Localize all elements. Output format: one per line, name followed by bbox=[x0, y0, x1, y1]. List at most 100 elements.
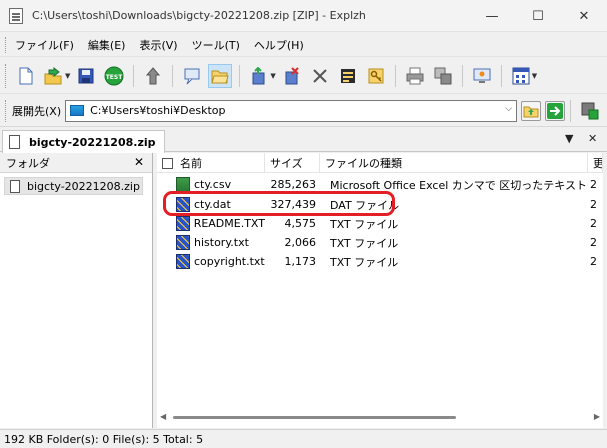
desktop-button[interactable] bbox=[470, 64, 494, 88]
menu-bar: ファイル(F) 編集(E) 表示(V) ツール(T) ヘルプ(H) bbox=[0, 33, 607, 57]
close-icon bbox=[313, 68, 327, 83]
chevron-down-icon[interactable]: ⌵ bbox=[505, 104, 512, 114]
minimize-button[interactable]: — bbox=[469, 0, 515, 32]
extract-to-folder-button[interactable] bbox=[578, 99, 602, 123]
print-button[interactable] bbox=[403, 64, 427, 88]
file-name: history.txt bbox=[194, 236, 249, 249]
toolbar-separator bbox=[172, 64, 174, 87]
extract-button[interactable] bbox=[42, 64, 66, 88]
tab-list-dropdown[interactable]: ▼ bbox=[565, 132, 573, 145]
toolbar-grip[interactable] bbox=[5, 63, 8, 88]
column-size[interactable]: サイズ bbox=[265, 153, 320, 173]
file-type: Microsoft Office Excel カンマで 区切ったテキストデータ bbox=[330, 178, 588, 192]
test-icon-label: TEST bbox=[106, 74, 124, 81]
new-archive-button[interactable] bbox=[14, 64, 38, 88]
file-modified: 2 bbox=[590, 236, 597, 249]
column-type[interactable]: ファイルの種類 bbox=[320, 153, 588, 173]
open-folder-icon bbox=[211, 70, 230, 83]
document-icon bbox=[9, 135, 20, 149]
browse-folder-button[interactable] bbox=[521, 100, 542, 121]
file-size: 4,575 bbox=[284, 217, 317, 230]
properties-button[interactable] bbox=[336, 64, 360, 88]
close-archive-button[interactable] bbox=[308, 64, 332, 88]
table-row[interactable]: README.TXT 4,575 TXT ファイル 2 bbox=[157, 214, 603, 233]
menu-help[interactable]: ヘルプ(H) bbox=[247, 37, 311, 53]
select-all-checkbox[interactable] bbox=[162, 157, 173, 169]
go-extract-button[interactable] bbox=[545, 100, 566, 121]
explzh-app-icon bbox=[9, 7, 23, 24]
menu-file[interactable]: ファイル(F) bbox=[8, 37, 81, 53]
file-type: TXT ファイル bbox=[330, 217, 399, 231]
file-size: 285,263 bbox=[270, 178, 317, 191]
folder-tree-item[interactable]: bigcty-20221208.zip bbox=[4, 177, 143, 195]
file-name: README.TXT bbox=[193, 217, 265, 230]
file-size: 1,173 bbox=[284, 255, 317, 268]
open-folder-button[interactable] bbox=[208, 63, 233, 88]
file-modified: 2 bbox=[590, 198, 597, 211]
archive-tab-label: bigcty-20221208.zip bbox=[29, 135, 156, 149]
folder-up-icon bbox=[523, 106, 539, 117]
menu-tools[interactable]: ツール(T) bbox=[185, 37, 247, 53]
save-button[interactable] bbox=[74, 64, 98, 88]
status-text: 192 KB Folder(s): 0 File(s): 5 Total: 5 bbox=[4, 432, 204, 446]
view-mode-icon bbox=[512, 67, 530, 84]
toolbar-separator bbox=[500, 64, 502, 87]
print-icon bbox=[406, 67, 424, 84]
column-type-label: ファイルの種類 bbox=[325, 157, 402, 170]
properties-icon bbox=[340, 68, 355, 83]
file-list: 名前 サイズ ファイルの種類 更 cty.csv 285,263 Microso… bbox=[157, 153, 603, 428]
file-list-header: 名前 サイズ ファイルの種類 更 bbox=[157, 153, 603, 173]
delete-file-icon bbox=[285, 66, 299, 84]
scroll-left-icon[interactable]: ◀ bbox=[160, 412, 166, 421]
up-level-button[interactable] bbox=[141, 64, 165, 88]
extract-icon bbox=[44, 66, 62, 84]
column-modified-label: 更 bbox=[593, 157, 603, 170]
extract-destination-combo[interactable]: ⌵ bbox=[65, 99, 518, 122]
add-files-button[interactable] bbox=[247, 64, 271, 88]
delete-file-button[interactable] bbox=[280, 64, 304, 88]
column-modified[interactable]: 更 bbox=[588, 153, 603, 173]
column-name[interactable]: 名前 bbox=[157, 153, 265, 173]
folder-pane: フォルダ ✕ bigcty-20221208.zip bbox=[0, 153, 153, 428]
file-type: TXT ファイル bbox=[330, 236, 399, 250]
folder-pane-header: フォルダ ✕ bbox=[0, 153, 152, 173]
archive-file-icon bbox=[10, 179, 20, 193]
file-name-cell: cty.dat bbox=[157, 197, 265, 212]
scrollbar-thumb[interactable] bbox=[173, 416, 456, 419]
preview-button[interactable] bbox=[180, 64, 204, 88]
preview-icon bbox=[184, 68, 200, 84]
archive-tab-strip: bigcty-20221208.zip ▼ ✕ bbox=[0, 128, 607, 153]
excel-csv-icon bbox=[176, 177, 190, 192]
menu-edit[interactable]: 編集(E) bbox=[81, 37, 133, 53]
password-button[interactable] bbox=[364, 64, 388, 88]
toolbar-separator bbox=[461, 64, 463, 87]
maximize-button[interactable]: ☐ bbox=[515, 0, 561, 32]
file-name: cty.dat bbox=[194, 198, 231, 211]
horizontal-scrollbar[interactable]: ◀ ▶ bbox=[157, 411, 603, 425]
file-modified: 2 bbox=[590, 217, 597, 230]
copy-button[interactable] bbox=[431, 64, 455, 88]
menu-view[interactable]: 表示(V) bbox=[132, 37, 184, 53]
table-row[interactable]: history.txt 2,066 TXT ファイル 2 bbox=[157, 233, 603, 252]
test-button[interactable]: TEST bbox=[102, 64, 126, 88]
toolbar-separator bbox=[239, 64, 241, 87]
toolbar-separator bbox=[133, 64, 135, 87]
file-name-cell: README.TXT bbox=[157, 216, 265, 231]
file-name: copyright.txt bbox=[194, 255, 265, 268]
close-window-button[interactable]: ✕ bbox=[561, 0, 607, 32]
txt-file-icon bbox=[176, 235, 190, 250]
archive-tab[interactable]: bigcty-20221208.zip bbox=[2, 130, 165, 153]
toolbar-separator bbox=[394, 64, 396, 87]
close-folder-pane-button[interactable]: ✕ bbox=[134, 155, 144, 169]
txt-file-icon bbox=[176, 216, 190, 231]
title-bar: C:\Users\toshi\Downloads\bigcty-20221208… bbox=[0, 0, 607, 32]
file-name: cty.csv bbox=[194, 178, 232, 191]
extract-destination-input[interactable] bbox=[90, 104, 491, 117]
view-mode-button[interactable] bbox=[509, 64, 533, 88]
table-row[interactable]: cty.csv 285,263 Microsoft Office Excel カ… bbox=[157, 175, 603, 194]
scroll-right-icon[interactable]: ▶ bbox=[594, 412, 600, 421]
table-row[interactable]: cty.dat 327,439 DAT ファイル 2 bbox=[157, 195, 603, 214]
close-tab-button[interactable]: ✕ bbox=[588, 132, 597, 145]
pathbar-grip[interactable] bbox=[5, 99, 8, 122]
table-row[interactable]: copyright.txt 1,173 TXT ファイル 2 bbox=[157, 252, 603, 271]
